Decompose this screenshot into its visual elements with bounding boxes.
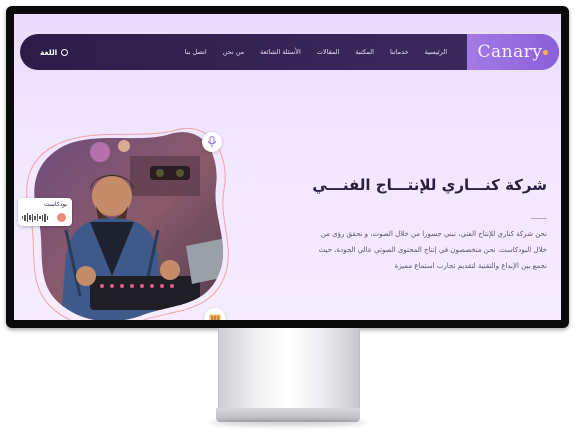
podcast-card[interactable]: بودكاست [18,198,72,226]
monitor-stand [218,328,360,410]
nav-item-faq[interactable]: الأسئلة الشائعة [260,48,301,56]
play-icon[interactable] [57,213,66,222]
brand-dot [543,49,549,55]
screen: Canary الرئيسية خدماتنا المكتبة المقالات… [14,14,561,320]
brand-logo[interactable]: Canary [467,34,559,70]
nav-item-services[interactable]: خدماتنا [390,48,409,56]
mixer-photo [90,276,200,310]
mixer-icon [209,314,221,320]
stand-shadow [210,420,366,426]
nav-item-contact[interactable]: اتصل بنا [185,48,207,56]
nav-item-articles[interactable]: المقالات [317,48,340,56]
microphone-badge [202,132,222,152]
language-label: اللغة [40,47,58,57]
navbar: Canary الرئيسية خدماتنا المكتبة المقالات… [20,34,559,70]
podcast-label: بودكاست [43,201,67,208]
nav-item-home[interactable]: الرئيسية [425,48,447,56]
monitor-frame: Canary الرئيسية خدماتنا المكتبة المقالات… [6,6,569,328]
globe-icon [61,48,69,56]
nav-links: الرئيسية خدماتنا المكتبة المقالات الأسئل… [169,34,447,70]
hero-description: نحن شركة كناري للإنتاج الفني، نبني جسورا… [318,230,547,270]
microphone-icon [208,136,216,148]
nav-item-library[interactable]: المكتبة [355,48,374,56]
hero-title: شركة كنـــاري للإنتـــاج الفنـــي [312,176,547,194]
language-switcher[interactable]: اللغة [40,34,69,70]
waveform-icon [22,213,48,222]
brand-name: Canary [477,42,543,62]
title-underline [531,218,547,219]
nav-item-about[interactable]: من نحن [223,48,244,56]
